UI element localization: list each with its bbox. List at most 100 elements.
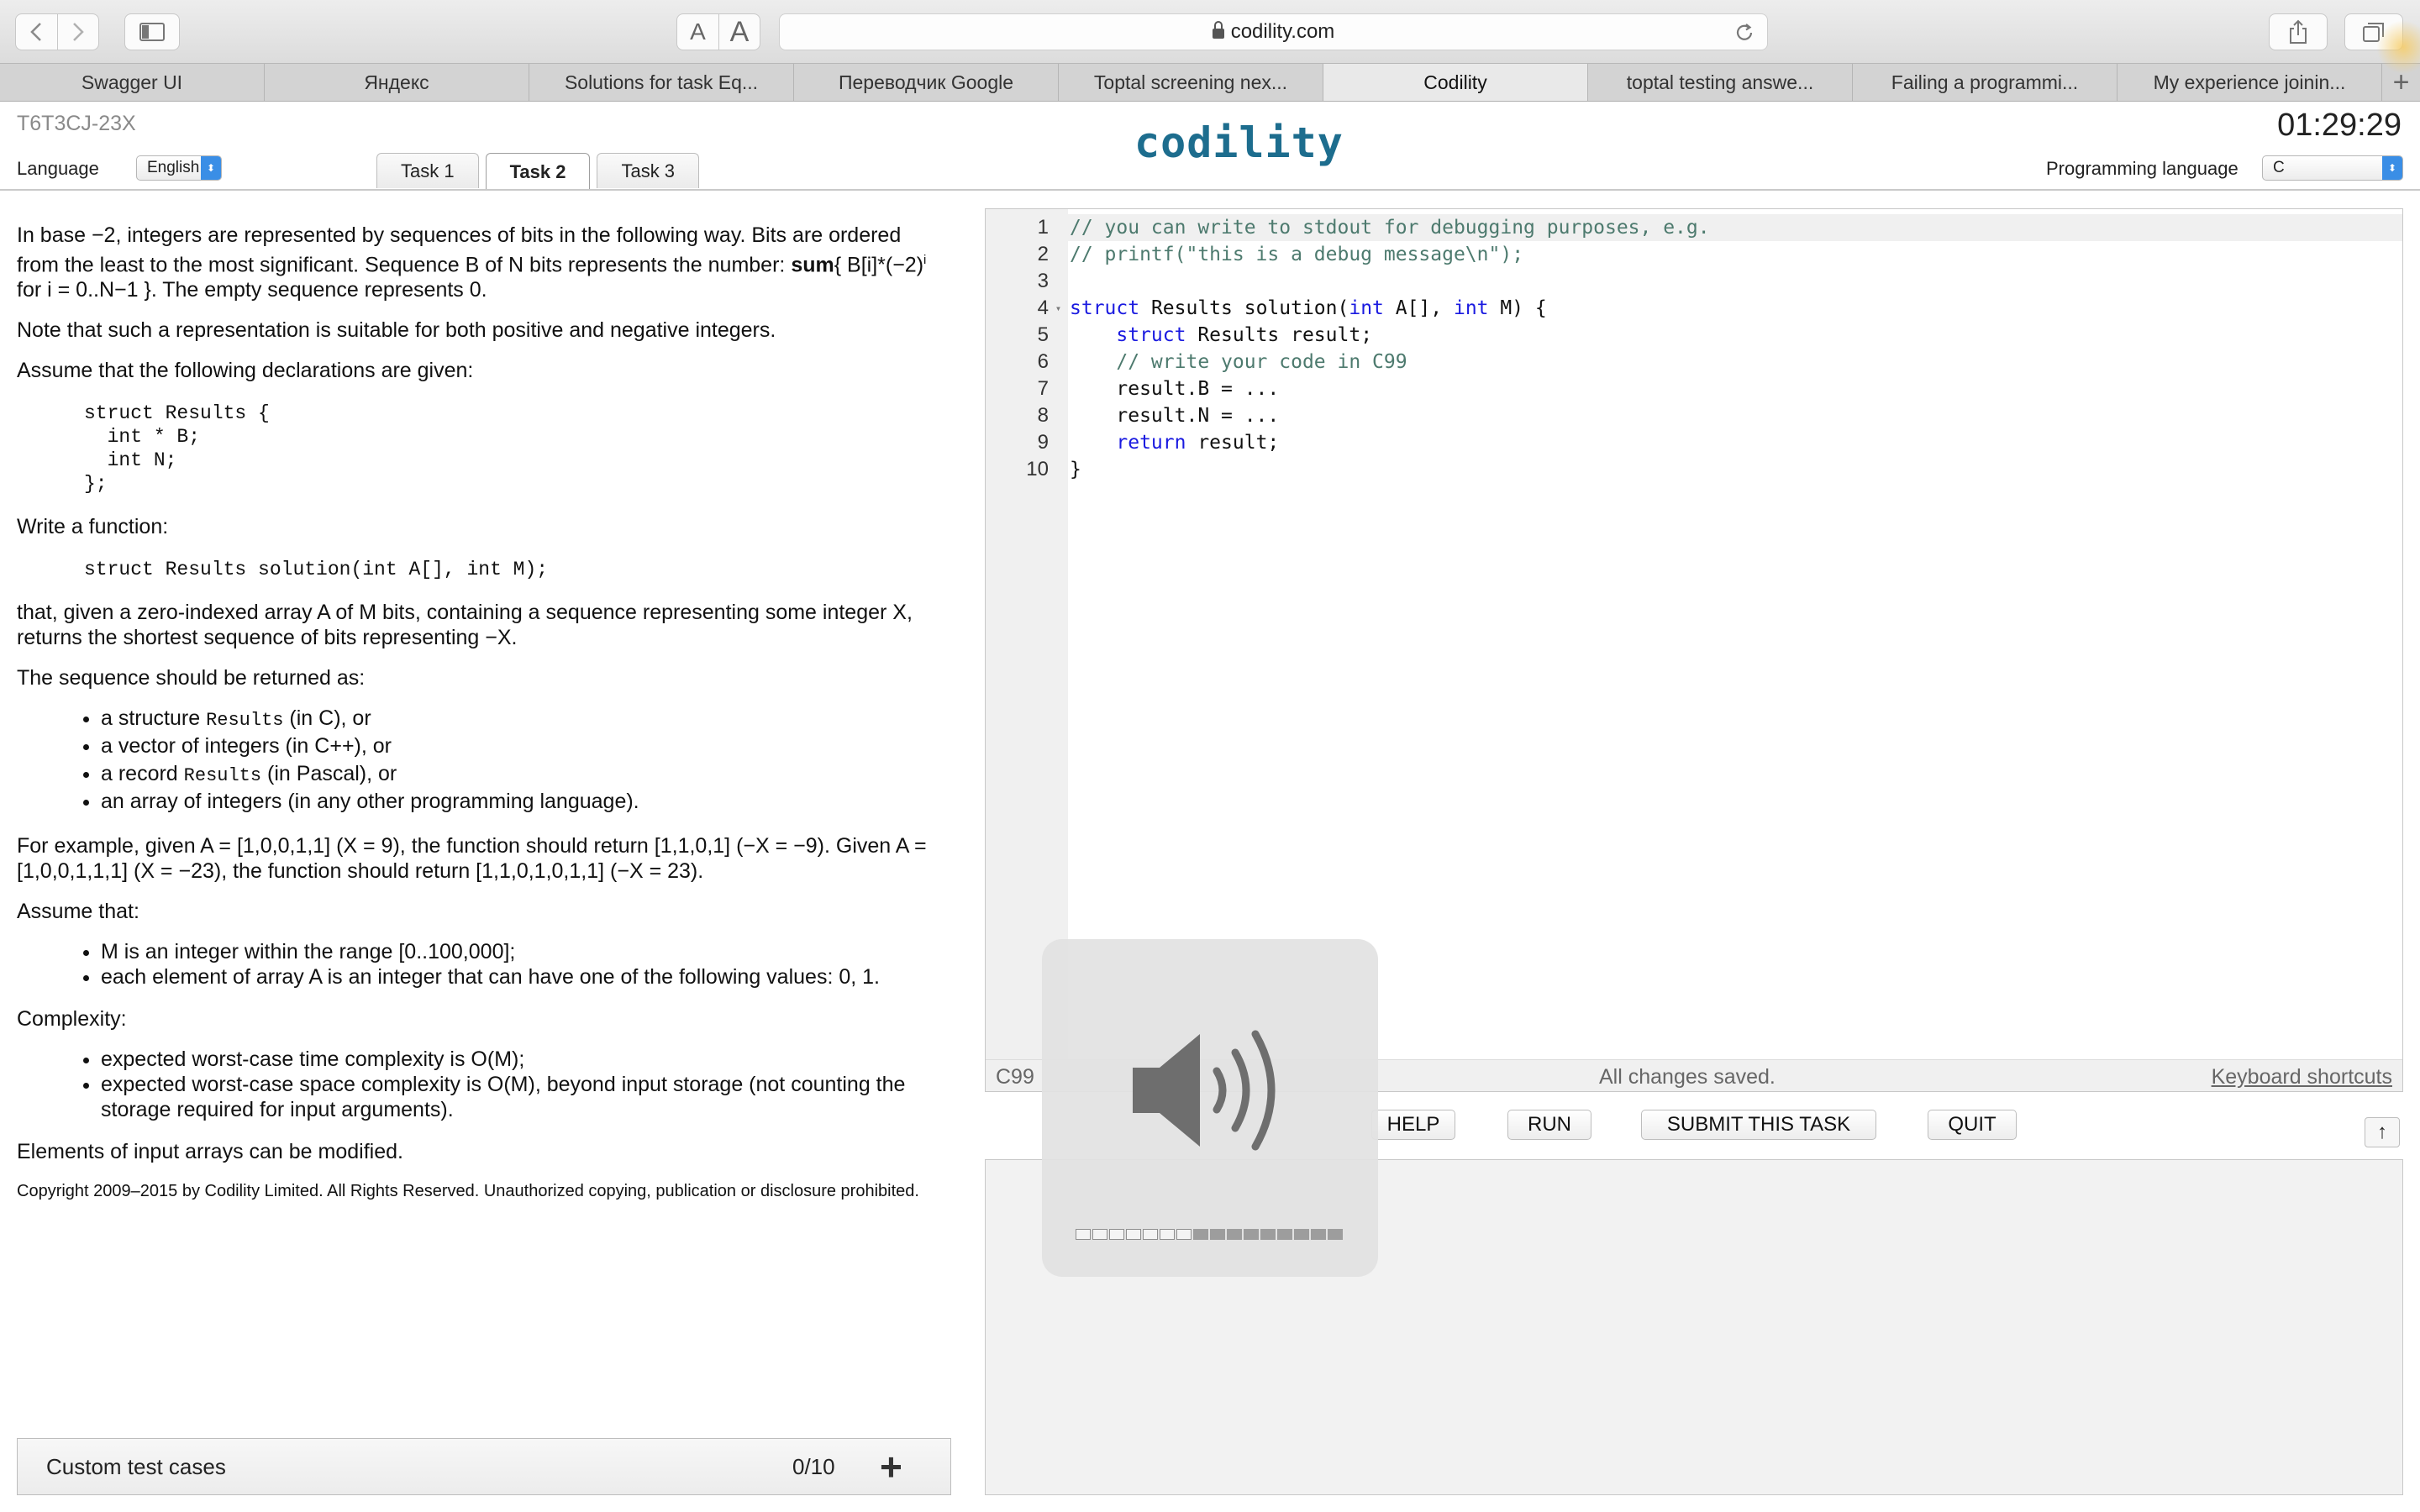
fold-gutter	[1049, 214, 1068, 241]
list-item: expected worst-case space complexity is …	[101, 1072, 941, 1122]
code-lines[interactable]: 1 // you can write to stdout for debuggin…	[986, 214, 2402, 483]
function-signature-code: struct Results solution(int A[], int M);	[84, 559, 549, 581]
fold-gutter	[1049, 241, 1068, 268]
description-paragraph: In base −2, integers are represented by …	[17, 223, 941, 302]
description-paragraph: The sequence should be returned as:	[17, 666, 366, 690]
browser-tab[interactable]: Swagger UI	[0, 64, 265, 101]
code-line[interactable]: 10}	[986, 456, 2402, 483]
custom-test-cases-bar[interactable]: Custom test cases 0/10 +	[17, 1438, 951, 1495]
list-item: a vector of integers (in C++), or	[101, 733, 941, 761]
code-line[interactable]: 9 return result;	[986, 429, 2402, 456]
submit-task-button[interactable]: SUBMIT THIS TASK	[1641, 1110, 1876, 1140]
fold-gutter	[1049, 402, 1068, 429]
browser-tab[interactable]: Codility	[1323, 64, 1588, 101]
code-line[interactable]: 1 // you can write to stdout for debuggin…	[986, 214, 2402, 241]
font-smaller-button[interactable]: A	[677, 14, 718, 50]
font-size-buttons: A A	[676, 13, 760, 50]
share-button[interactable]	[2269, 13, 2328, 50]
sidebar-button[interactable]	[124, 13, 180, 50]
type-name: Results	[183, 765, 262, 787]
code-line[interactable]: 8 result.N = ...	[986, 402, 2402, 429]
forward-button[interactable]	[56, 14, 98, 50]
language-select[interactable]: English ⬍	[136, 155, 222, 181]
description-paragraph: Assume that:	[17, 900, 139, 924]
code-text: return result;	[1068, 429, 1279, 456]
scroll-up-button[interactable]: ↑	[2365, 1117, 2400, 1147]
code-line[interactable]: 5 struct Results result;	[986, 322, 2402, 349]
list-item-text: a record	[101, 762, 184, 786]
browser-tab[interactable]: My experience joinin...	[2118, 64, 2382, 101]
volume-segment	[1176, 1229, 1192, 1240]
browser-tab[interactable]: Яндекс	[265, 64, 529, 101]
browser-tab[interactable]: Переводчик Google	[794, 64, 1059, 101]
help-button[interactable]: HELP	[1371, 1110, 1455, 1140]
save-status: All changes saved.	[1599, 1065, 1776, 1089]
code-line[interactable]: 4 ▾ struct Results solution(int A[], int M…	[986, 295, 2402, 322]
run-button[interactable]: RUN	[1507, 1110, 1591, 1140]
quit-button[interactable]: QUIT	[1928, 1110, 2017, 1140]
font-larger-button[interactable]: A	[718, 14, 760, 50]
assumptions-list: M is an integer within the range [0..100…	[101, 939, 941, 990]
code-line[interactable]: 3	[986, 268, 2402, 295]
language-label: Language	[17, 158, 99, 179]
volume-segment	[1244, 1229, 1259, 1240]
code-token: result.N = ...	[1070, 405, 1280, 427]
description-paragraph: Assume that the following declarations a…	[17, 359, 474, 383]
return-types-list: a structure Results (in C), ora vector o…	[101, 706, 941, 816]
browser-tab[interactable]: toptal testing answe...	[1588, 64, 1853, 101]
custom-test-cases-label: Custom test cases	[46, 1454, 226, 1479]
sidebar-icon	[139, 23, 165, 41]
code-line[interactable]: 2 // printf("this is a debug message\n");	[986, 241, 2402, 268]
browser-tab[interactable]: Toptal screening nex...	[1059, 64, 1323, 101]
list-item: an array of integers (in any other progr…	[101, 789, 941, 816]
code-comment: // printf("this is a debug message\n");	[1070, 244, 1524, 265]
list-item: a structure Results (in C), or	[101, 706, 941, 733]
fold-gutter	[1049, 349, 1068, 375]
programming-language-select[interactable]: C ⬍	[2262, 155, 2403, 181]
lock-icon	[1212, 21, 1224, 39]
list-item-text: (in C), or	[283, 706, 371, 731]
line-number: 9	[1037, 431, 1049, 454]
code-token: Results solution(	[1139, 297, 1349, 319]
formula-text: { B[i]*(−2)	[834, 253, 924, 277]
browser-tab-strip: Swagger UI Яндекс Solutions for task Eq...…	[0, 63, 2420, 102]
task-tab[interactable]: Task 1	[376, 153, 479, 188]
fold-gutter	[1049, 375, 1068, 402]
code-token: Results result;	[1186, 324, 1373, 346]
task-id: T6T3CJ-23X	[17, 112, 136, 135]
task-tab[interactable]: Task 2	[485, 153, 591, 190]
browser-tab[interactable]: Solutions for task Eq...	[529, 64, 794, 101]
declaration-code: struct Results { int * B; int N; };	[84, 402, 270, 496]
url-text: codility.com	[1230, 20, 1335, 43]
add-test-case-button[interactable]: +	[880, 1444, 902, 1489]
line-number: 3	[1037, 270, 1049, 292]
task-tab[interactable]: Task 3	[597, 153, 700, 188]
list-item-text: a vector of integers (in C++), or	[101, 734, 392, 759]
code-keyword: return	[1116, 432, 1186, 454]
list-item: M is an integer within the range [0..100…	[101, 939, 941, 964]
select-arrows-icon: ⬍	[2382, 156, 2402, 180]
keyboard-shortcuts-link[interactable]: Keyboard shortcuts	[2212, 1065, 2392, 1089]
code-text: // you can write to stdout for debugging…	[1068, 214, 1710, 241]
code-keyword: struct	[1070, 297, 1140, 319]
line-number: 4	[1037, 297, 1049, 319]
chevron-right-icon	[73, 23, 84, 41]
reload-icon[interactable]	[1733, 22, 1755, 44]
volume-segment	[1277, 1229, 1292, 1240]
line-number: 6	[1037, 350, 1049, 373]
share-icon	[2290, 19, 2307, 44]
custom-test-cases-count: 0/10	[792, 1454, 835, 1479]
description-paragraph: Write a function:	[17, 515, 169, 539]
code-line[interactable]: 7 result.B = ...	[986, 375, 2402, 402]
copyright-notice: Copyright 2009–2015 by Codility Limited.…	[17, 1182, 919, 1201]
browser-tab[interactable]: Failing a programmi...	[1853, 64, 2118, 101]
address-bar[interactable]: codility.com	[779, 13, 1768, 50]
browser-toolbar: A A codility.com	[0, 0, 2420, 63]
volume-segment	[1160, 1229, 1175, 1240]
fold-toggle-icon[interactable]: ▾	[1049, 295, 1068, 322]
code-line[interactable]: 6 // write your code in C99	[986, 349, 2402, 375]
back-button[interactable]	[16, 14, 57, 50]
code-token: A[],	[1383, 297, 1454, 319]
fold-gutter	[1049, 429, 1068, 456]
code-token: result;	[1186, 432, 1280, 454]
